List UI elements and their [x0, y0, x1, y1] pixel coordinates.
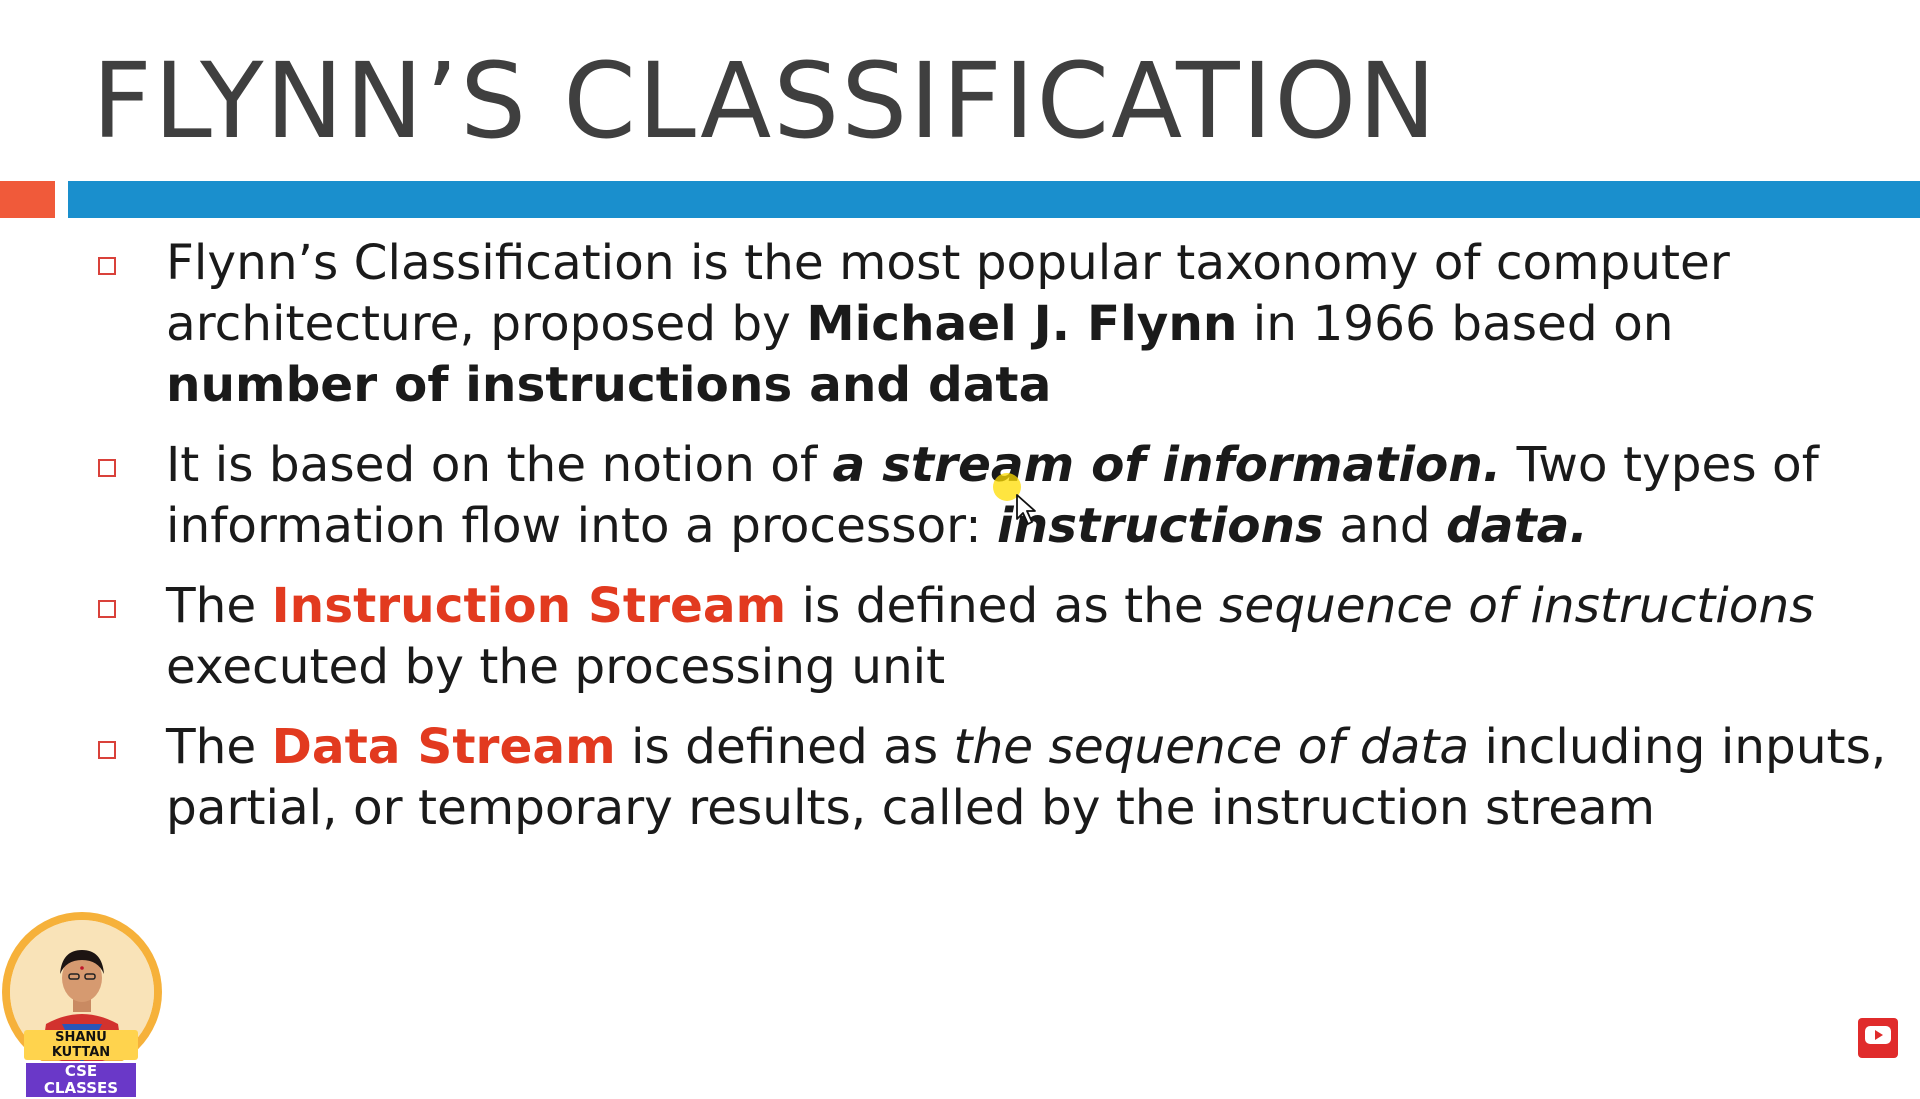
channel-logo: SHANU KUTTAN CSE CLASSES	[24, 1030, 138, 1099]
cursor-icon	[1016, 494, 1036, 525]
subscribe-icon	[1865, 1026, 1891, 1044]
bullet-text: It is based on the notion of a stream of…	[166, 437, 1819, 554]
bold-italic-run: a stream of information.	[832, 437, 1502, 493]
bold-run: number of instructions and data	[166, 357, 1052, 413]
bold-italic-run: instructions	[997, 498, 1324, 554]
accent-block	[0, 181, 55, 218]
bullet-box-icon	[98, 600, 116, 618]
bold-italic-run: data.	[1446, 498, 1588, 554]
channel-subtitle: CSE CLASSES	[24, 1061, 138, 1099]
bullet-box-icon	[98, 741, 116, 759]
slide-title: FLYNN’S CLASSIFICATION	[92, 40, 1439, 162]
text-run: is defined as the	[786, 578, 1220, 634]
text-run: is defined as	[615, 719, 954, 775]
bullet-item: Flynn’s Classification is the most popul…	[96, 233, 1896, 416]
text-run: The	[166, 719, 272, 775]
italic-run: the sequence of data	[953, 719, 1470, 775]
bold-run: Michael J. Flynn	[806, 296, 1238, 352]
text-run: The	[166, 578, 272, 634]
bullet-item: The Data Stream is defined as the sequen…	[96, 717, 1896, 839]
bullet-text: The Data Stream is defined as the sequen…	[166, 719, 1886, 836]
channel-name: SHANU KUTTAN	[24, 1030, 138, 1060]
bullet-text: Flynn’s Classification is the most popul…	[166, 235, 1730, 413]
text-run: It is based on the notion of	[166, 437, 833, 493]
highlight-run: Data Stream	[271, 719, 616, 775]
bullet-box-icon	[98, 459, 116, 477]
text-run: in 1966 based on	[1237, 296, 1674, 352]
italic-run: sequence of instructions	[1219, 578, 1815, 634]
highlight-run: Instruction Stream	[271, 578, 787, 634]
title-underline-bar	[68, 181, 1920, 218]
bullet-list: Flynn’s Classification is the most popul…	[96, 233, 1896, 858]
text-run: and	[1323, 498, 1447, 554]
bullet-item: The Instruction Stream is defined as the…	[96, 576, 1896, 698]
slide: FLYNN’S CLASSIFICATION Flynn’s Classific…	[0, 0, 1920, 1099]
text-run: executed by the processing unit	[166, 639, 946, 695]
subscribe-button[interactable]	[1858, 1018, 1898, 1058]
bullet-box-icon	[98, 257, 116, 275]
bullet-text: The Instruction Stream is defined as the…	[166, 578, 1814, 695]
